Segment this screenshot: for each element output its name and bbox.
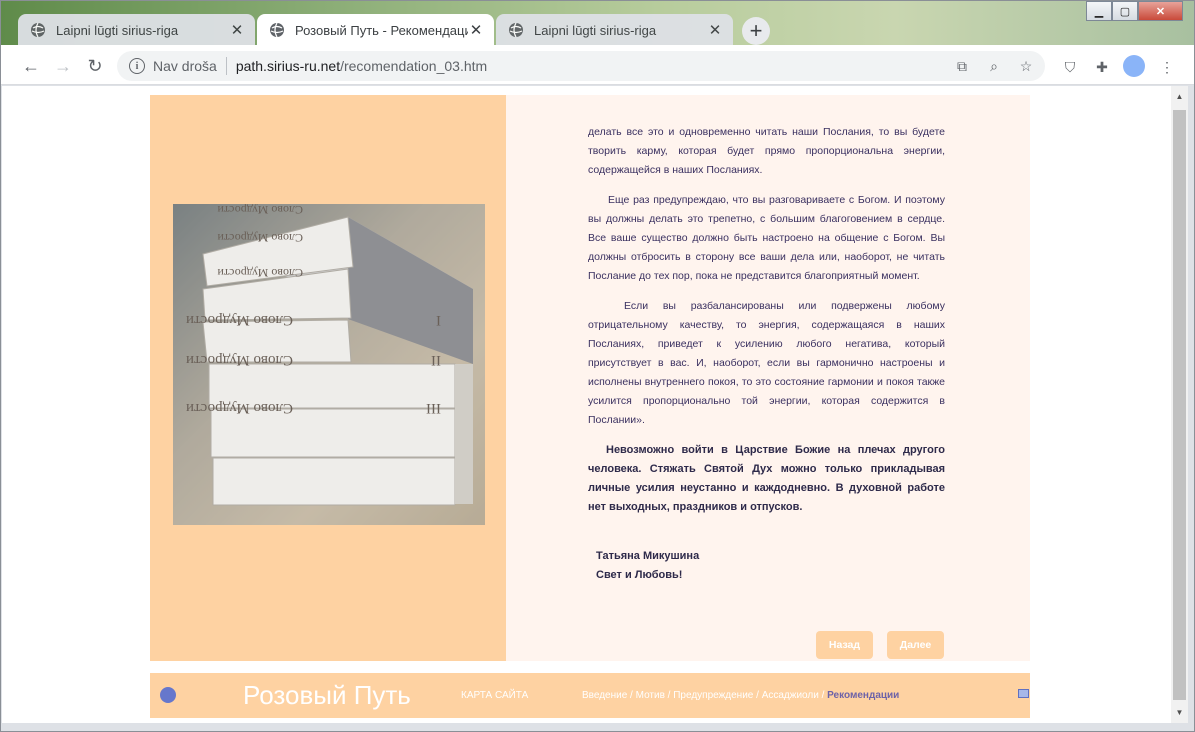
- maximize-icon[interactable]: ▢: [1112, 1, 1138, 21]
- paragraph: Если вы разбалансированы или подвержены …: [588, 300, 945, 426]
- left-column: Слово Мудрости Слово Мудрости Слово Мудр…: [150, 95, 506, 661]
- title-bar: Laipni lūgti sirius-riga ✕ Розовый Путь …: [1, 1, 1194, 46]
- nav-link-introduction[interactable]: Введение: [582, 690, 627, 701]
- star-icon[interactable]: ☆: [1017, 57, 1035, 75]
- zoom-icon[interactable]: ⌕: [985, 57, 1003, 75]
- book-volume-number: II: [431, 352, 441, 368]
- tab-1[interactable]: Laipni lūgti sirius-riga ✕: [18, 14, 255, 46]
- book-spine-title: Слово Мудрости: [217, 204, 303, 217]
- back-button[interactable]: Назад: [816, 631, 873, 659]
- back-arrow-icon[interactable]: ←: [20, 55, 42, 77]
- books-image: Слово Мудрости Слово Мудрости Слово Мудр…: [173, 204, 485, 525]
- tab-label: Laipni lūgti sirius-riga: [534, 22, 657, 38]
- ublock-icon[interactable]: ⛉: [1060, 57, 1080, 77]
- globe-icon: [270, 22, 284, 38]
- globe-icon: [31, 22, 45, 38]
- site-footer: Розовый Путь КАРТА САЙТА Введение / Моти…: [150, 673, 1030, 718]
- signature-title: Свет и Любовь!: [596, 569, 683, 581]
- book-spine-title: Слово Мудрости: [186, 312, 293, 328]
- nav-link-recommendations[interactable]: Рекомендации: [827, 690, 899, 701]
- nav-link-motive[interactable]: Мотив: [636, 690, 665, 701]
- nav-link-warning[interactable]: Предупреждение: [673, 690, 753, 701]
- bold-paragraph: Невозможно войти в Царствие Божие на пле…: [588, 444, 945, 513]
- window-controls: ▁ ▢ ✕: [1086, 1, 1183, 21]
- address-bar[interactable]: i Nav droša path.sirius-ru.net/recomenda…: [117, 51, 1045, 81]
- tab-label: Laipni lūgti sirius-riga: [56, 22, 179, 38]
- separator: [225, 57, 227, 75]
- reload-icon[interactable]: ↻: [84, 55, 106, 77]
- footer-title[interactable]: Розовый Путь: [243, 680, 411, 711]
- info-icon[interactable]: i: [129, 58, 145, 74]
- omnibox-icons: ⧉ ⌕ ☆: [953, 57, 1035, 75]
- book-spine-title: Слово Мудрости: [217, 231, 303, 245]
- url-host: path.sirius-ru.net: [235, 58, 341, 74]
- url-path: /recomendation_03.htm: [340, 58, 488, 74]
- signature: Татьяна Микушина Свет и Любовь!: [596, 547, 699, 585]
- article-text: делать все это и одновременно читать наш…: [588, 123, 945, 528]
- extensions-icon[interactable]: ✚: [1092, 57, 1112, 77]
- right-column: делать все это и одновременно читать наш…: [506, 95, 1030, 661]
- close-icon[interactable]: ✕: [229, 22, 245, 39]
- book-spine-title: Слово Мудрости: [186, 400, 293, 416]
- signature-name: Татьяна Микушина: [596, 550, 700, 562]
- minimize-icon[interactable]: ▁: [1086, 1, 1112, 21]
- window-close-icon[interactable]: ✕: [1138, 1, 1183, 21]
- tab-3[interactable]: Laipni lūgti sirius-riga ✕: [496, 14, 733, 46]
- close-icon[interactable]: ✕: [707, 22, 723, 39]
- scrollbar[interactable]: ▲ ▼: [1171, 86, 1188, 723]
- tab-label: Розовый Путь - Рекомендации: [295, 22, 468, 38]
- profile-avatar-icon[interactable]: [1123, 55, 1145, 77]
- site-logo-icon[interactable]: [160, 687, 176, 703]
- browser-toolbar: ← → ↻ i Nav droša path.sirius-ru.net/rec…: [1, 45, 1194, 85]
- menu-dots-icon[interactable]: ⋮: [1157, 57, 1177, 77]
- book-spine-title: Слово Мудрости: [217, 266, 303, 280]
- book-spine-title: Слово Мудрости: [186, 352, 293, 368]
- forward-arrow-icon[interactable]: →: [52, 55, 74, 77]
- paragraph: делать все это и одновременно читать наш…: [588, 126, 945, 176]
- paragraph: Еще раз предупреждаю, что вы разговарива…: [588, 194, 945, 282]
- translate-icon[interactable]: ⧉: [953, 57, 971, 75]
- mail-icon[interactable]: [1018, 689, 1029, 698]
- browser-window: Laipni lūgti sirius-riga ✕ Розовый Путь …: [0, 0, 1195, 732]
- book-volume-number: I: [436, 312, 441, 328]
- footer-nav: Введение / Мотив / Предупреждение / Асса…: [582, 690, 900, 701]
- close-icon[interactable]: ✕: [468, 22, 484, 39]
- next-button[interactable]: Далее: [887, 631, 944, 659]
- books-stack-illustration: Слово Мудрости Слово Мудрости Слово Мудр…: [173, 204, 485, 525]
- page-viewport: Слово Мудрости Слово Мудрости Слово Мудр…: [2, 86, 1171, 723]
- scroll-up-icon[interactable]: ▲: [1171, 88, 1188, 105]
- book-volume-number: III: [426, 400, 441, 416]
- plus-icon[interactable]: +: [742, 17, 770, 45]
- tab-2[interactable]: Розовый Путь - Рекомендации ✕: [257, 14, 494, 46]
- scroll-down-icon[interactable]: ▼: [1171, 704, 1188, 721]
- scroll-thumb[interactable]: [1173, 110, 1186, 700]
- security-label: Nav droša: [153, 58, 217, 74]
- globe-icon: [509, 22, 523, 38]
- nav-link-assagioli[interactable]: Ассаджиоли: [762, 690, 819, 701]
- sitemap-link[interactable]: КАРТА САЙТА: [461, 690, 528, 701]
